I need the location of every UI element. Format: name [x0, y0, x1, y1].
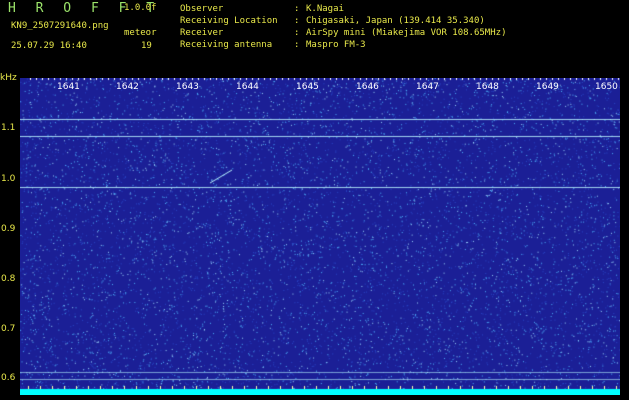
receiver-row: Receiver : AirSpy mini (Miakejima VOR 10… — [180, 27, 506, 39]
info-key: Receiver — [180, 28, 224, 38]
receiver-value: AirSpy mini (Miakejima VOR 108.65MHz) — [306, 28, 507, 38]
info-sep: : — [294, 16, 300, 26]
spectrogram-canvas — [20, 78, 620, 395]
location-value: Chigasaki, Japan (139.414 35.340) — [306, 16, 485, 26]
x-tick-label: 1648 — [476, 82, 499, 92]
y-tick-label: 1.1 — [1, 123, 16, 133]
frequency-unit-label: kHz — [0, 73, 17, 83]
x-tick-label: 1649 — [536, 82, 559, 92]
x-tick-label: 1647 — [416, 82, 439, 92]
file-name: KN9_2507291640.png — [11, 21, 109, 31]
x-tick-label: 1642 — [116, 82, 139, 92]
x-tick-label: 1643 — [176, 82, 199, 92]
y-tick-label: 1.0 — [1, 174, 16, 184]
y-tick-label: 0.6 — [1, 373, 16, 383]
x-tick-label: 1646 — [356, 82, 379, 92]
timestamp: 25.07.29 16:40 — [11, 41, 87, 51]
info-key: Receiving Location — [180, 16, 278, 26]
location-row: Receiving Location : Chigasaki, Japan (1… — [180, 15, 506, 27]
info-key: Observer — [180, 4, 224, 14]
y-tick-label: 0.9 — [1, 224, 16, 234]
x-tick-label: 1650 — [595, 82, 618, 92]
x-tick-label: 1644 — [236, 82, 259, 92]
y-tick-label: 0.7 — [1, 324, 16, 334]
antenna-row: Receiving antenna : Maspro FM-3 — [180, 39, 506, 51]
info-sep: : — [294, 28, 300, 38]
header-panel: H R O F F T 1.0.0f KN9_2507291640.png 25… — [0, 0, 629, 73]
x-tick-label: 1641 — [57, 82, 80, 92]
y-tick-label: 0.8 — [1, 274, 16, 284]
meteor-label: meteor — [124, 28, 157, 38]
info-sep: : — [294, 40, 300, 50]
version-label: 1.0.0f — [124, 3, 157, 13]
info-sep: : — [294, 4, 300, 14]
station-info: Observer : K.Nagai Receiving Location : … — [180, 3, 506, 51]
observer-row: Observer : K.Nagai — [180, 3, 506, 15]
antenna-value: Maspro FM-3 — [306, 40, 366, 50]
x-tick-label: 1645 — [296, 82, 319, 92]
meteor-count: 19 — [141, 41, 152, 51]
observer-value: K.Nagai — [306, 4, 344, 14]
info-key: Receiving antenna — [180, 40, 273, 50]
